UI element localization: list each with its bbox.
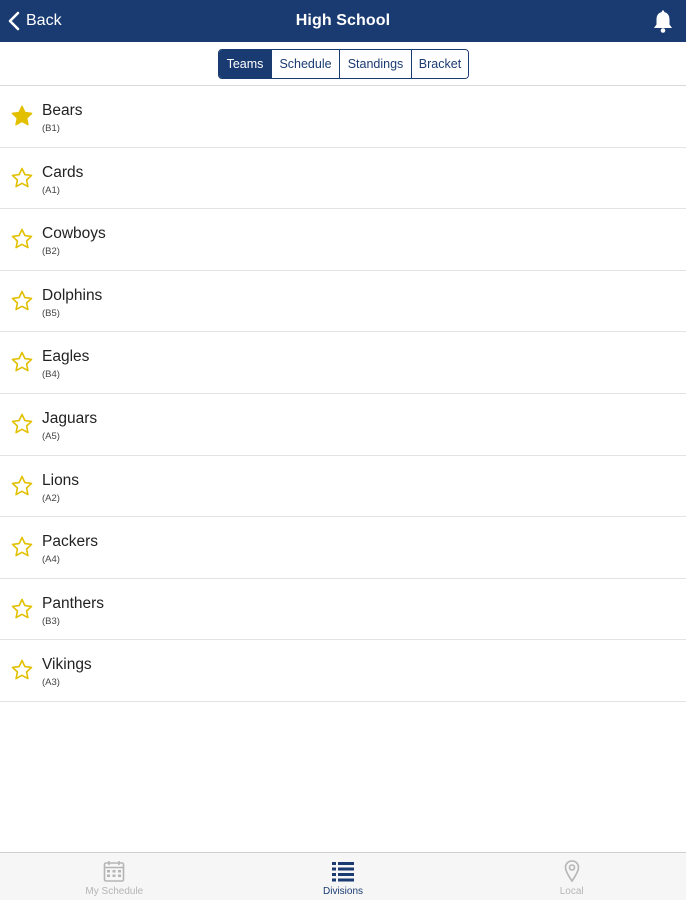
back-button[interactable]: Back bbox=[8, 0, 62, 42]
team-code: (B3) bbox=[42, 615, 60, 627]
team-row[interactable]: Lions (A2) bbox=[0, 455, 686, 518]
team-row[interactable]: Bears (B1) bbox=[0, 86, 686, 148]
team-list: Bears (B1) Cards (A1) Cowboys (B2) Dolphins (B5… bbox=[0, 86, 686, 702]
star-outline-icon[interactable] bbox=[11, 167, 33, 189]
tab-divisions[interactable]: Divisions bbox=[229, 853, 458, 900]
team-name: Packers bbox=[42, 533, 98, 551]
team-name: Cowboys bbox=[42, 225, 106, 243]
star-filled-icon[interactable] bbox=[11, 105, 33, 127]
star-outline-icon[interactable] bbox=[11, 659, 33, 681]
segment-bar: Teams Schedule Standings Bracket bbox=[0, 42, 686, 86]
team-name: Bears bbox=[42, 102, 83, 119]
tab-local[interactable]: Local bbox=[457, 853, 686, 900]
team-name: Panthers bbox=[42, 594, 105, 612]
team-row[interactable]: Panthers (B3) bbox=[0, 578, 686, 641]
tab-label: My Schedule bbox=[85, 886, 144, 897]
team-row[interactable]: Cowboys (B2) bbox=[0, 209, 686, 271]
star-outline-icon[interactable] bbox=[11, 351, 33, 373]
team-row[interactable]: Packers (A4) bbox=[0, 517, 686, 579]
team-code: (B1) bbox=[42, 123, 60, 134]
team-code: (A5) bbox=[42, 430, 60, 442]
location-pin-icon bbox=[564, 860, 579, 883]
team-code: (B5) bbox=[42, 307, 60, 319]
segment-schedule[interactable]: Schedule bbox=[271, 50, 339, 78]
team-code: (A3) bbox=[42, 677, 60, 689]
star-outline-icon[interactable] bbox=[11, 475, 33, 497]
star-outline-icon[interactable] bbox=[11, 598, 33, 620]
chevron-left-icon bbox=[8, 11, 20, 31]
tab-label: Divisions bbox=[323, 886, 364, 897]
star-outline-icon[interactable] bbox=[11, 290, 33, 312]
team-code: (B4) bbox=[42, 369, 60, 381]
team-row[interactable]: Dolphins (B5) bbox=[0, 270, 686, 333]
segment-bracket[interactable]: Bracket bbox=[411, 50, 468, 78]
tab-label: Local bbox=[559, 886, 584, 897]
team-row[interactable]: Jaguars (A5) bbox=[0, 393, 686, 456]
star-outline-icon[interactable] bbox=[11, 536, 33, 558]
calendar-icon bbox=[104, 861, 125, 882]
team-name: Jaguars bbox=[42, 409, 98, 427]
tab-my-schedule[interactable]: My Schedule bbox=[0, 853, 229, 900]
back-label: Back bbox=[26, 12, 62, 29]
team-name: Dolphins bbox=[42, 286, 103, 304]
team-name: Vikings bbox=[42, 656, 92, 674]
segmented-control: Teams Schedule Standings Bracket bbox=[218, 49, 469, 79]
team-name: Eagles bbox=[42, 348, 90, 366]
bell-icon[interactable] bbox=[652, 10, 674, 34]
page-title: High School bbox=[295, 12, 391, 29]
list-icon bbox=[332, 862, 354, 882]
team-row[interactable]: Vikings (A3) bbox=[0, 640, 686, 702]
segment-standings[interactable]: Standings bbox=[339, 50, 411, 78]
team-name: Lions bbox=[42, 471, 80, 489]
team-code: (A1) bbox=[42, 184, 60, 196]
star-outline-icon[interactable] bbox=[11, 228, 33, 250]
team-row[interactable]: Cards (A1) bbox=[0, 147, 686, 210]
team-code: (A2) bbox=[42, 492, 60, 504]
segment-teams[interactable]: Teams bbox=[219, 50, 271, 78]
nav-bar: Back High School bbox=[0, 0, 686, 42]
tab-bar: My Schedule Divisions Local bbox=[0, 852, 686, 900]
star-outline-icon[interactable] bbox=[11, 413, 33, 435]
team-code: (B2) bbox=[42, 246, 60, 258]
team-row[interactable]: Eagles (B4) bbox=[0, 332, 686, 394]
team-code: (A4) bbox=[42, 554, 60, 566]
team-name: Cards bbox=[42, 163, 84, 181]
